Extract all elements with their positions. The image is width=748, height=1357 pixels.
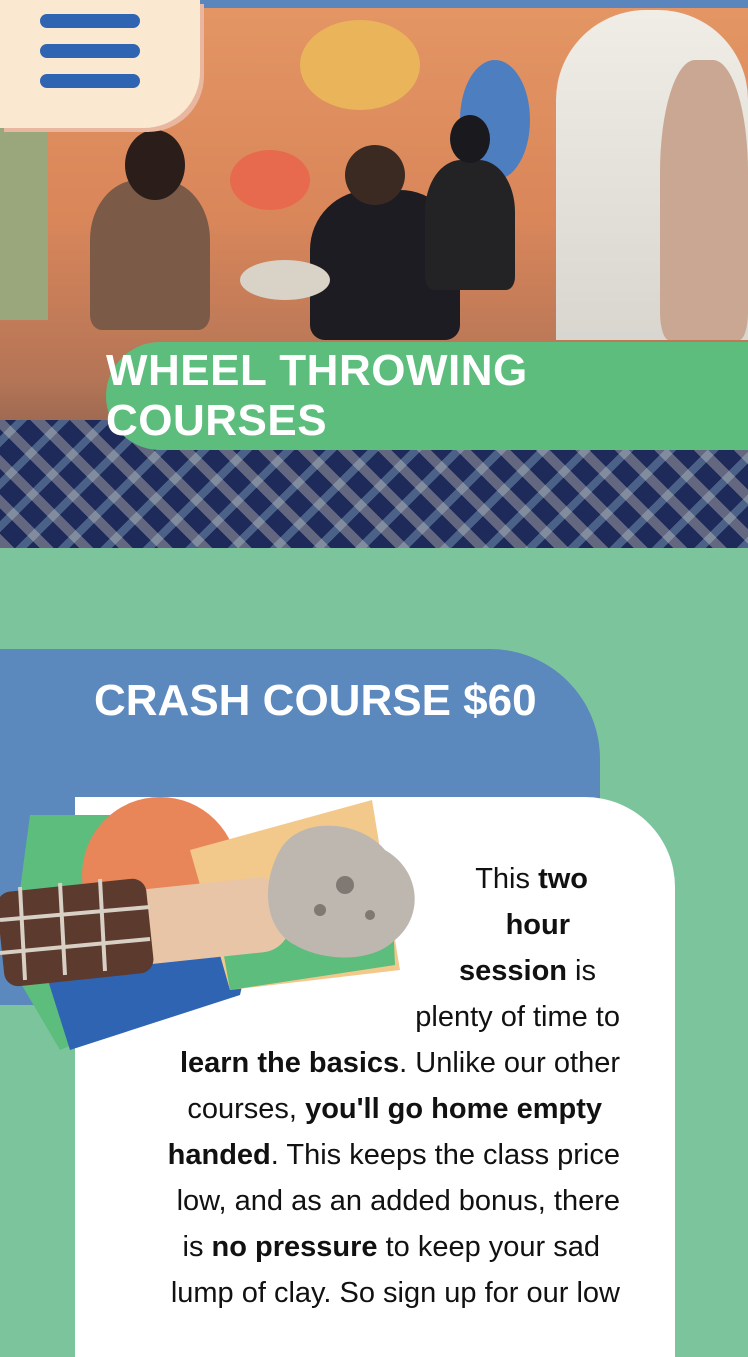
hero-pottery-wheel [240,260,330,300]
hero-person [90,180,210,330]
description-line: plenty of time to [415,1001,620,1033]
menu-line [40,74,140,88]
course-title: CRASH COURSE $60 [94,676,537,725]
description-line: learn the basics. Unlike our other [130,1040,620,1086]
hero-person-head [125,130,185,200]
course-description: This two hour session is plenty of time … [130,856,620,1316]
menu-card [0,0,200,128]
hero-top-bar [200,0,748,8]
text-fragment: is [567,955,596,987]
page-title: WHEEL THROWING COURSES [106,346,528,445]
bold-text: two [538,863,588,895]
text-fragment: . Unlike our other [399,1047,620,1079]
description-line: courses, you'll go home empty [130,1086,620,1132]
hero-person [660,60,748,340]
hero-person-head [450,115,490,163]
bold-text: hour [505,909,570,941]
menu-line [40,44,140,58]
description-line: is no pressure to keep your sad [130,1224,620,1270]
hero-wall-blob [230,150,310,210]
hero-wall-blob [300,20,420,110]
text-fragment: . This keeps the class price [270,1139,620,1171]
hamburger-menu-icon[interactable] [40,14,140,104]
bold-text: learn the basics [179,1047,400,1079]
description-line: hour [130,902,620,948]
text-fragment: courses, [187,1093,306,1125]
text-fragment: to keep your sad [377,1231,600,1263]
bold-text: you'll go home empty [305,1093,602,1125]
bold-text: no pressure [211,1231,378,1263]
description-line: handed. This keeps the class price [130,1132,620,1178]
hero-banner: WHEEL THROWING COURSES [106,342,748,450]
menu-line [40,14,140,28]
description-line: This two [130,856,620,902]
hero-person-head [345,145,405,205]
description-line: session is [130,948,620,994]
bold-text: session [459,955,567,987]
description-line: lump of clay. So sign up for our low [170,1277,620,1309]
text-fragment: This [475,863,539,895]
hero-person [425,160,515,290]
hero-wall-left [0,120,48,320]
description-line: low, and as an added bonus, there [176,1185,620,1217]
text-fragment: is [182,1231,212,1263]
bold-text: handed [167,1139,271,1171]
